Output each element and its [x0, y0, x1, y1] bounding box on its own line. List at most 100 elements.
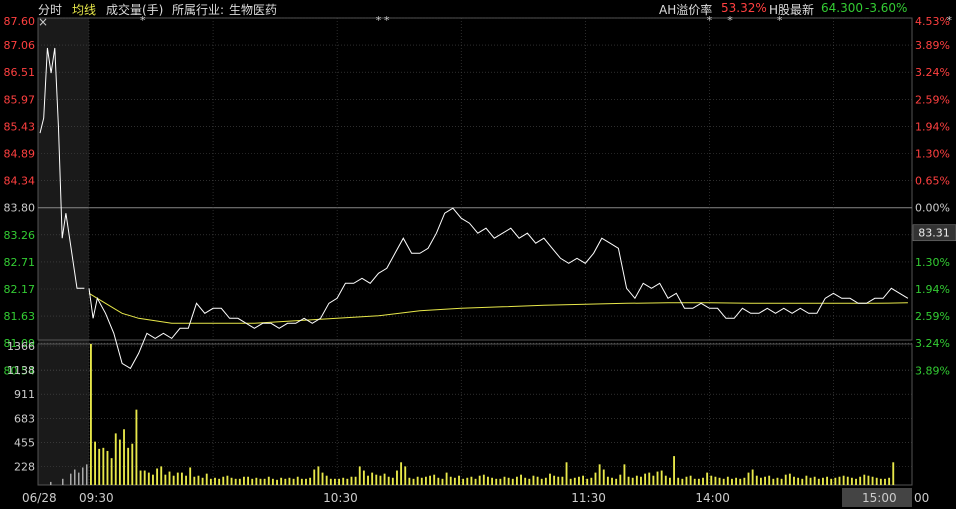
volume-bar	[834, 477, 837, 485]
percent-tick-label: 1.94%	[915, 120, 950, 133]
volume-bar	[189, 467, 192, 485]
volume-bar	[863, 474, 866, 485]
x-tick-label: 09:30	[79, 491, 114, 505]
volume-bar	[354, 476, 357, 485]
volume-bar	[731, 478, 733, 485]
intraday-chart[interactable]: 87.60 87.06 86.51 85.97 85.43 84.89 84.34 83.80…	[0, 0, 956, 509]
volume-bar	[809, 477, 812, 485]
volume-bar	[259, 478, 262, 485]
volume-bar	[334, 478, 336, 485]
volume-bar	[271, 478, 274, 485]
volume-bar	[118, 439, 121, 485]
volume-tick-label: 683	[14, 412, 35, 425]
volume-bar	[176, 472, 179, 485]
volume-bar	[780, 478, 783, 485]
volume-bar	[544, 477, 547, 485]
volume-bar	[648, 472, 651, 485]
price-tick-label: 84.34	[4, 175, 36, 188]
volume-tick-label: 911	[14, 388, 35, 401]
volume-bar	[367, 475, 369, 485]
volume-bar	[466, 477, 469, 485]
volume-bar	[305, 478, 307, 485]
volume-bar	[619, 474, 622, 485]
volume-bar	[606, 476, 609, 485]
volume-bar	[102, 447, 105, 485]
volume-bar	[594, 472, 597, 485]
volume-bar	[197, 475, 200, 485]
volume-bar	[230, 477, 233, 485]
volume-bar	[888, 477, 891, 485]
price-tick-label: 85.43	[4, 120, 36, 133]
price-tick-label: 83.80	[4, 202, 36, 215]
volume-bar	[855, 478, 857, 485]
volume-bar	[453, 477, 456, 485]
volume-bar	[131, 443, 134, 485]
volume-bar	[764, 476, 766, 485]
volume-bar	[234, 478, 237, 485]
volume-bar	[143, 470, 146, 485]
event-mark: *	[384, 14, 390, 27]
volume-bar	[487, 476, 489, 485]
volume-bar	[222, 476, 225, 485]
volume-bar	[168, 471, 171, 485]
volume-bar	[652, 475, 655, 485]
volume-bar	[755, 475, 758, 485]
volume-bar	[735, 477, 738, 485]
volume-bar	[503, 476, 506, 485]
volume-bar	[879, 478, 882, 485]
volume-bar	[826, 476, 829, 485]
volume-bar	[470, 476, 473, 485]
volume-bar	[884, 478, 886, 485]
event-mark: *	[777, 14, 783, 27]
volume-bar	[718, 477, 721, 485]
percent-tick-label: 3.89%	[915, 364, 950, 377]
volume-bar	[280, 477, 283, 485]
x-tick-label: 06/28	[22, 491, 57, 505]
volume-bar	[631, 477, 634, 485]
volume-bar	[640, 476, 642, 485]
volume-bar	[424, 476, 427, 485]
volume-bar	[859, 476, 862, 485]
percent-tick-label: 3.89%	[915, 39, 950, 52]
volume-bar	[201, 477, 204, 485]
volume-bar	[759, 477, 762, 485]
volume-bar	[681, 478, 684, 485]
percent-tick-label: 4.53%	[915, 15, 950, 28]
volume-bar	[817, 478, 820, 485]
volume-bar	[325, 475, 328, 485]
volume-bar	[152, 474, 154, 485]
volume-bar	[437, 477, 440, 485]
volume-bar	[400, 462, 403, 485]
volume-bar	[209, 478, 212, 485]
volume-bar	[147, 472, 150, 485]
volume-bar	[379, 475, 382, 485]
volume-bar	[317, 466, 320, 485]
volume-bar	[276, 479, 278, 485]
percent-tick-label: 2.59%	[915, 310, 950, 323]
volume-bar	[375, 474, 378, 485]
premarket-volume-bar	[62, 478, 64, 485]
volume-bar	[408, 477, 411, 485]
volume-bar	[445, 472, 448, 485]
volume-tick-label: 1366	[7, 340, 35, 353]
volume-bar	[615, 478, 618, 485]
price-tick-label: 83.26	[4, 229, 36, 242]
volume-bar	[238, 478, 241, 485]
volume-bar	[507, 477, 510, 485]
volume-bar	[788, 473, 791, 485]
volume-bar	[205, 473, 208, 485]
volume-bar	[412, 478, 415, 485]
volume-bar	[892, 462, 895, 485]
price-tick-label: 84.89	[4, 148, 36, 161]
volume-bar	[726, 476, 729, 485]
volume-bar	[875, 477, 878, 485]
volume-bar	[702, 477, 704, 485]
volume-bar	[420, 477, 423, 485]
volume-bar	[689, 475, 692, 485]
volume-bar	[549, 473, 551, 485]
volume-bar	[677, 477, 680, 485]
volume-bar	[520, 474, 522, 485]
volume-bar	[329, 478, 332, 485]
price-tick-label: 86.51	[4, 66, 36, 79]
price-panel-frame	[37, 17, 913, 341]
